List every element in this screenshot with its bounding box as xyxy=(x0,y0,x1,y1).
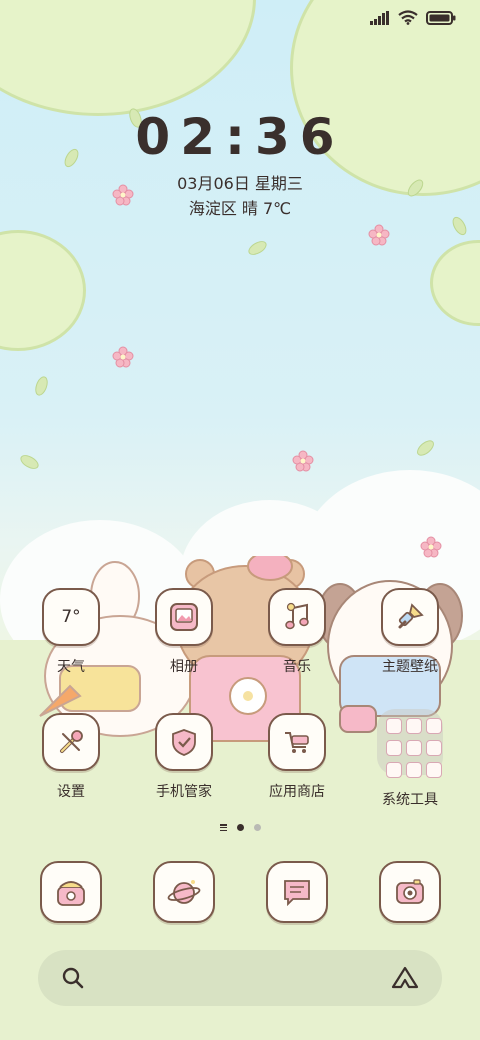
status-bar xyxy=(370,10,456,25)
security-shield-icon xyxy=(155,713,213,771)
phone-icon xyxy=(57,881,85,906)
app-label: 天气 xyxy=(57,659,85,675)
page-dot-active xyxy=(236,824,244,831)
clock-date: 03月06日 星期三 xyxy=(177,174,303,193)
app-label: 应用商店 xyxy=(269,784,325,800)
home-screen: 02:36 03月06日 星期三 海淀区 晴 7℃ 7° 天气 相册 音乐 主题… xyxy=(0,0,480,1040)
location-weather: 海淀区 晴 7℃ xyxy=(188,199,292,218)
dock-messages[interactable] xyxy=(266,861,328,923)
page-list-icon xyxy=(219,824,227,831)
page-dot xyxy=(253,824,261,831)
theme-brush-icon xyxy=(381,588,439,646)
folder-system-tools[interactable]: 系统工具 xyxy=(354,709,466,809)
app-phone-manager[interactable]: 手机管家 xyxy=(128,713,240,801)
dock-phone[interactable] xyxy=(40,861,102,923)
clock-time[interactable]: 02:36 xyxy=(0,108,480,166)
weather-icon: 7° xyxy=(42,588,100,646)
camera-icon xyxy=(396,879,424,904)
app-weather[interactable]: 7° 天气 xyxy=(15,588,127,676)
settings-tools-icon xyxy=(42,713,100,771)
weather-temp-value: 7° xyxy=(61,607,81,627)
search-icon[interactable] xyxy=(60,965,86,991)
app-gallery[interactable]: 相册 xyxy=(128,588,240,676)
app-theme-wallpaper[interactable]: 主题壁纸 xyxy=(354,588,466,676)
wifi-icon xyxy=(398,10,418,25)
app-label: 系统工具 xyxy=(382,792,438,808)
app-settings[interactable]: 设置 xyxy=(15,713,127,801)
signal-icon xyxy=(370,10,389,25)
app-label: 设置 xyxy=(57,784,85,800)
assistant-icon[interactable] xyxy=(390,965,420,991)
app-label: 主题壁纸 xyxy=(382,659,438,675)
search-bar[interactable] xyxy=(38,950,442,1006)
folder-icon xyxy=(377,709,443,778)
app-label: 音乐 xyxy=(283,659,311,675)
app-label: 手机管家 xyxy=(156,784,212,800)
gallery-icon xyxy=(155,588,213,646)
messages-icon xyxy=(284,880,310,907)
app-store[interactable]: 应用商店 xyxy=(241,713,353,801)
browser-planet-icon xyxy=(167,880,201,904)
music-icon xyxy=(268,588,326,646)
dock-browser[interactable] xyxy=(153,861,215,923)
page-indicator[interactable] xyxy=(0,824,480,831)
dock-camera[interactable] xyxy=(379,861,441,923)
app-store-cart-icon xyxy=(268,713,326,771)
app-music[interactable]: 音乐 xyxy=(241,588,353,676)
app-label: 相册 xyxy=(170,659,198,675)
battery-icon xyxy=(426,10,456,25)
